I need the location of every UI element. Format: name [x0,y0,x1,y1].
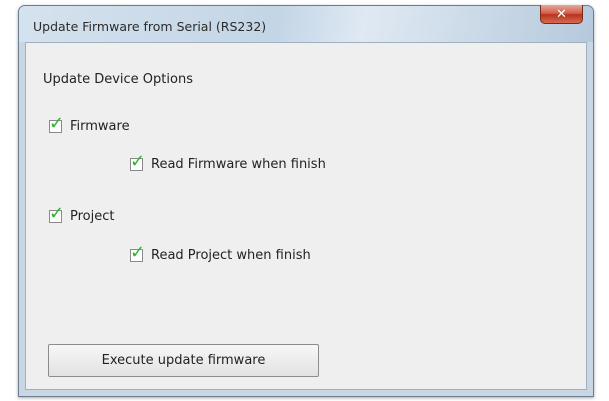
checkmark-icon: ✓ [130,151,146,172]
project-checkbox-box[interactable]: ✓ [49,205,64,223]
title-bar[interactable]: Update Firmware from Serial (RS232) ✕ [19,5,593,42]
read-project-label: Read Project when finish [151,248,311,263]
window-title: Update Firmware from Serial (RS232) [33,19,267,34]
firmware-checkbox-box[interactable]: ✓ [49,115,64,133]
firmware-checkbox[interactable]: ✓ Firmware [49,115,130,134]
read-project-checkbox-box[interactable]: ✓ [130,244,145,262]
options-group-label: Update Device Options [43,72,193,87]
checkmark-icon: ✓ [49,113,65,134]
read-firmware-checkbox-box[interactable]: ✓ [130,153,145,171]
execute-update-firmware-button[interactable]: Execute update firmware [48,344,319,377]
read-firmware-label: Read Firmware when finish [151,157,326,172]
close-icon: ✕ [556,6,567,22]
firmware-label: Firmware [70,119,130,134]
read-firmware-checkbox[interactable]: ✓ Read Firmware when finish [130,153,326,172]
dialog-window: Update Firmware from Serial (RS232) ✕ Up… [18,5,594,397]
checkmark-icon: ✓ [130,242,146,263]
project-checkbox[interactable]: ✓ Project [49,205,115,224]
read-project-checkbox[interactable]: ✓ Read Project when finish [130,244,311,263]
checkmark-icon: ✓ [49,203,65,224]
dialog-body: Update Device Options ✓ Firmware ✓ Read … [25,42,587,390]
project-label: Project [70,209,115,224]
close-button[interactable]: ✕ [540,5,583,24]
